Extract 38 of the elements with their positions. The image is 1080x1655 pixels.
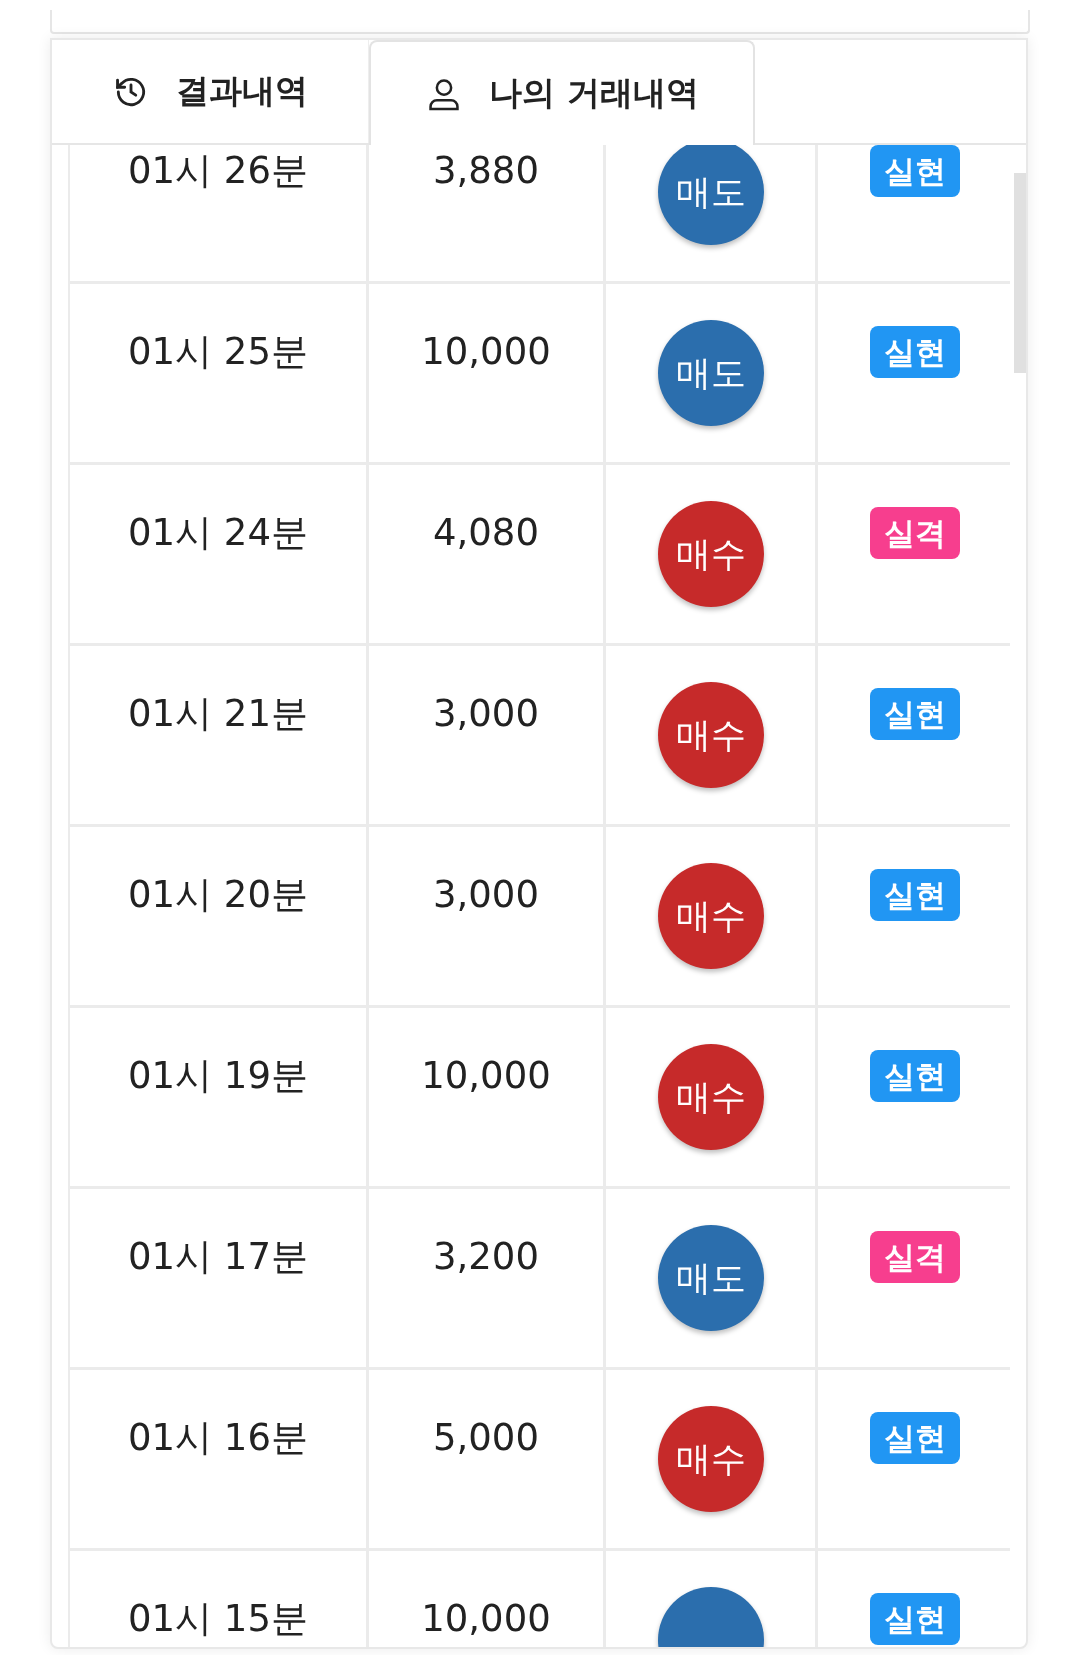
time-text: 01시 26분 [128,151,308,191]
side-badge: 매도 [657,145,764,245]
amount-text: 3,000 [433,694,539,734]
amount-text: 5,000 [433,1418,539,1458]
amount-text: 10,000 [421,332,551,372]
result-badge: 실현 [869,326,960,378]
time-text: 01시 25분 [128,332,308,372]
time-text: 01시 15분 [128,1599,308,1639]
time-text: 01시 19분 [128,1056,308,1096]
tab[interactable]: 결과내역 [52,40,369,143]
side-badge: 매수 [657,682,764,788]
time-text: 01시 24분 [128,513,308,553]
amount-text: 3,000 [433,875,539,915]
result-badge: 실현 [869,1412,960,1464]
amount-text: 3,880 [433,151,539,191]
amount-text: 10,000 [421,1056,551,1096]
time-text: 01시 16분 [128,1418,308,1458]
amount-text: 4,080 [433,513,539,553]
scrollbar[interactable] [1014,173,1026,373]
result-badge: 실현 [869,1593,960,1645]
time-text: 01시 20분 [128,875,308,915]
side-badge: 매도 [657,1225,764,1331]
tab[interactable]: 나의 거래내역 [369,40,755,145]
side-badge: 매수 [657,1044,764,1150]
side-badge: 매수 [657,863,764,969]
side-badge: 매수 [657,1406,764,1512]
result-badge: 실현 [869,688,960,740]
side-badge: 매도 [657,320,764,426]
result-badge: 실현 [869,869,960,921]
amount-text: 3,200 [433,1237,539,1277]
time-text: 01시 21분 [128,694,308,734]
amount-text: 10,000 [421,1599,551,1639]
result-badge: 실격 [869,1231,960,1283]
side-badge: 매수 [657,501,764,607]
result-badge: 실현 [869,145,960,197]
result-badge: 실격 [869,507,960,559]
result-badge: 실현 [869,1050,960,1102]
time-text: 01시 17분 [128,1237,308,1277]
